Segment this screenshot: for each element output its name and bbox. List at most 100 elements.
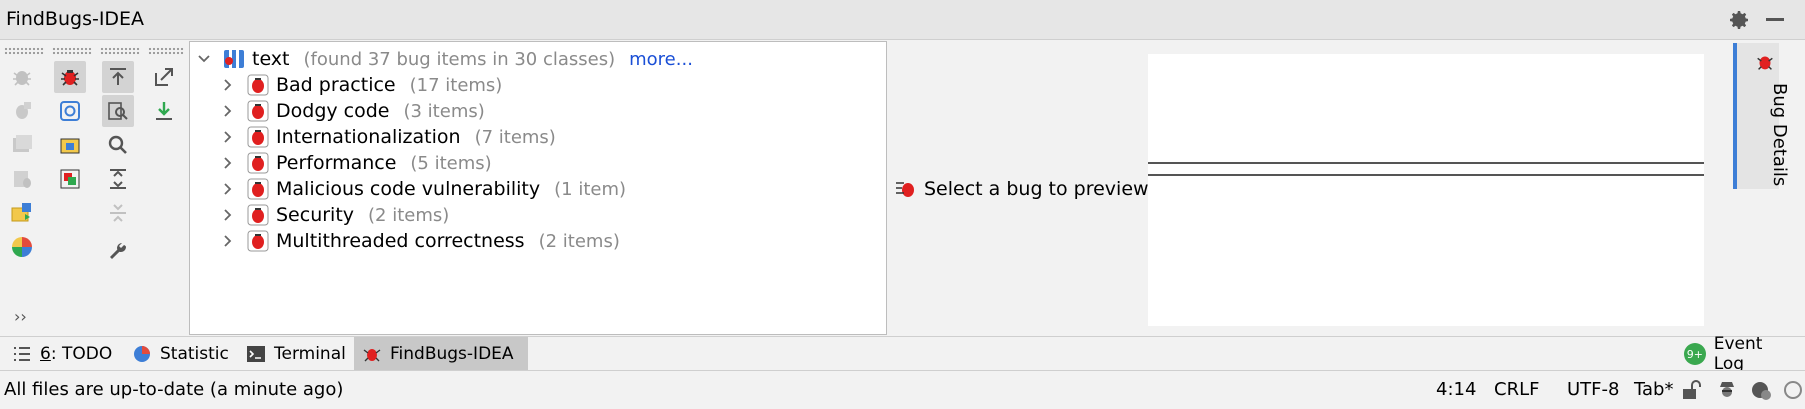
toolbar-grip[interactable] (52, 47, 92, 55)
chevron-down-icon[interactable] (196, 51, 212, 67)
more-link[interactable]: more... (629, 49, 693, 70)
bug-icon (61, 70, 79, 86)
category-count: (1 item) (554, 178, 627, 200)
category-count: (7 items) (474, 126, 556, 148)
bug-icon (1757, 56, 1773, 70)
package-group-icon (60, 138, 80, 154)
autoscroll-button[interactable] (102, 95, 134, 127)
tool-window-bar: 6: TODO Statistic Terminal FindBugs-IDEA… (0, 334, 1805, 374)
pie-chart-icon (12, 237, 32, 257)
group-by-class-button[interactable] (54, 95, 86, 127)
statistic-tab-label: Statistic (160, 344, 229, 364)
bug-icon (363, 349, 381, 362)
priority-group-icon (60, 169, 80, 189)
chevron-right-icon[interactable] (220, 129, 236, 145)
bug-tree[interactable]: text (found 37 bug items in 30 classes) … (189, 41, 887, 335)
scroll-to-source-button[interactable] (102, 61, 134, 93)
status-message[interactable]: All files are up-to-date (a minute ago) (4, 379, 343, 400)
bug-category-icon (247, 74, 269, 96)
terminal-tab[interactable]: Terminal (238, 337, 354, 371)
bug-category-icon (247, 152, 269, 174)
analyze-project-button[interactable] (6, 231, 38, 263)
bug-category-icon (247, 178, 269, 200)
statistic-icon (134, 346, 150, 362)
category-label: Internationalization (276, 126, 461, 148)
bug-category-icon (247, 126, 269, 148)
splitter-line[interactable] (1148, 174, 1704, 176)
toolbar-grip[interactable] (100, 47, 140, 55)
category-count: (2 items) (538, 230, 620, 252)
caret-position[interactable]: 4:14 (1436, 379, 1476, 400)
bug-details-pane[interactable] (1148, 54, 1704, 326)
list-icon (14, 347, 30, 361)
bug-changelist-icon (14, 171, 31, 188)
wrench-icon (110, 243, 126, 259)
inspector-icon[interactable] (1716, 379, 1738, 401)
analyze-changelist-button[interactable] (6, 163, 38, 195)
unlock-icon[interactable] (1680, 379, 1702, 401)
chevron-right-icon[interactable] (220, 77, 236, 93)
category-label: Bad practice (276, 74, 396, 96)
analyze-package-button[interactable] (6, 129, 38, 161)
tree-root-summary: (found 37 bug items in 30 classes) (303, 48, 616, 70)
preview-placeholder: Select a bug to preview (894, 177, 1149, 201)
tool-window-header: FindBugs-IDEA (0, 0, 1805, 40)
run-findbugs-button[interactable] (54, 61, 86, 93)
line-separator[interactable]: CRLF (1494, 379, 1539, 400)
tool-window-title: FindBugs-IDEA (6, 8, 145, 30)
import-button[interactable] (148, 95, 180, 127)
todo-mnemonic: 6 (40, 344, 51, 364)
minimize-icon[interactable] (1766, 18, 1784, 21)
category-label: Malicious code vulnerability (276, 178, 541, 200)
arrow-up-icon (110, 68, 126, 85)
tree-category-row[interactable]: Multithreaded correctness (2 items) (220, 226, 620, 256)
right-tool-strip: Bug Details (1733, 41, 1805, 335)
event-log-tab[interactable]: 9+ Event Log (1676, 334, 1805, 374)
analyze-file-button[interactable] (6, 61, 38, 93)
notifications-icon[interactable] (1782, 379, 1804, 401)
splitter-line[interactable] (1148, 162, 1704, 164)
chevron-right-icon[interactable] (220, 103, 236, 119)
chevron-right-icon[interactable] (220, 181, 236, 197)
gear-icon[interactable] (1727, 8, 1751, 32)
power-save-icon[interactable] (1750, 379, 1772, 401)
search-icon (108, 135, 127, 154)
bug-details-tab-label[interactable]: Bug Details (1769, 83, 1790, 186)
more-actions-chevron-icon[interactable]: ›› (14, 307, 27, 326)
bug-category-icon (247, 230, 269, 252)
chevron-right-icon[interactable] (220, 207, 236, 223)
tree-root-label: text (252, 48, 290, 70)
expand-all-icon (110, 169, 126, 189)
todo-tab[interactable]: 6: TODO (4, 337, 120, 371)
search-in-file-icon (108, 102, 128, 120)
statistic-tab[interactable]: Statistic (124, 337, 237, 371)
file-encoding[interactable]: UTF-8 (1567, 379, 1619, 400)
chevron-right-icon[interactable] (220, 155, 236, 171)
settings-button[interactable] (102, 237, 134, 269)
category-label: Multithreaded correctness (276, 230, 525, 252)
chevron-right-icon[interactable] (220, 233, 236, 249)
export-button[interactable] (148, 61, 180, 93)
collapse-all-icon (110, 204, 126, 222)
group-by-priority-button[interactable] (54, 163, 86, 195)
toolbar-grip[interactable] (4, 47, 44, 55)
findbugs-tab[interactable]: FindBugs-IDEA (354, 337, 528, 371)
active-tab-indicator (1733, 43, 1737, 189)
category-count: (17 items) (409, 74, 503, 96)
expand-all-button[interactable] (102, 163, 134, 195)
collapse-all-button[interactable] (102, 197, 134, 229)
search-button[interactable] (102, 129, 134, 161)
import-icon (156, 102, 172, 120)
status-bar: All files are up-to-date (a minute ago) … (0, 370, 1805, 409)
toolbar-grip[interactable] (148, 47, 184, 55)
indent-setting[interactable]: Tab* (1634, 379, 1673, 400)
category-label: Performance (276, 152, 397, 174)
bug-icon (896, 182, 914, 197)
group-by-package-button[interactable] (54, 129, 86, 161)
analyze-module-button[interactable] (6, 95, 38, 127)
class-group-icon (60, 101, 80, 121)
analyze-scope-button[interactable] (6, 197, 38, 229)
bug-package-icon (13, 135, 32, 152)
bug-preview-panel: Select a bug to preview (888, 41, 1728, 335)
bug-category-icon (247, 204, 269, 226)
